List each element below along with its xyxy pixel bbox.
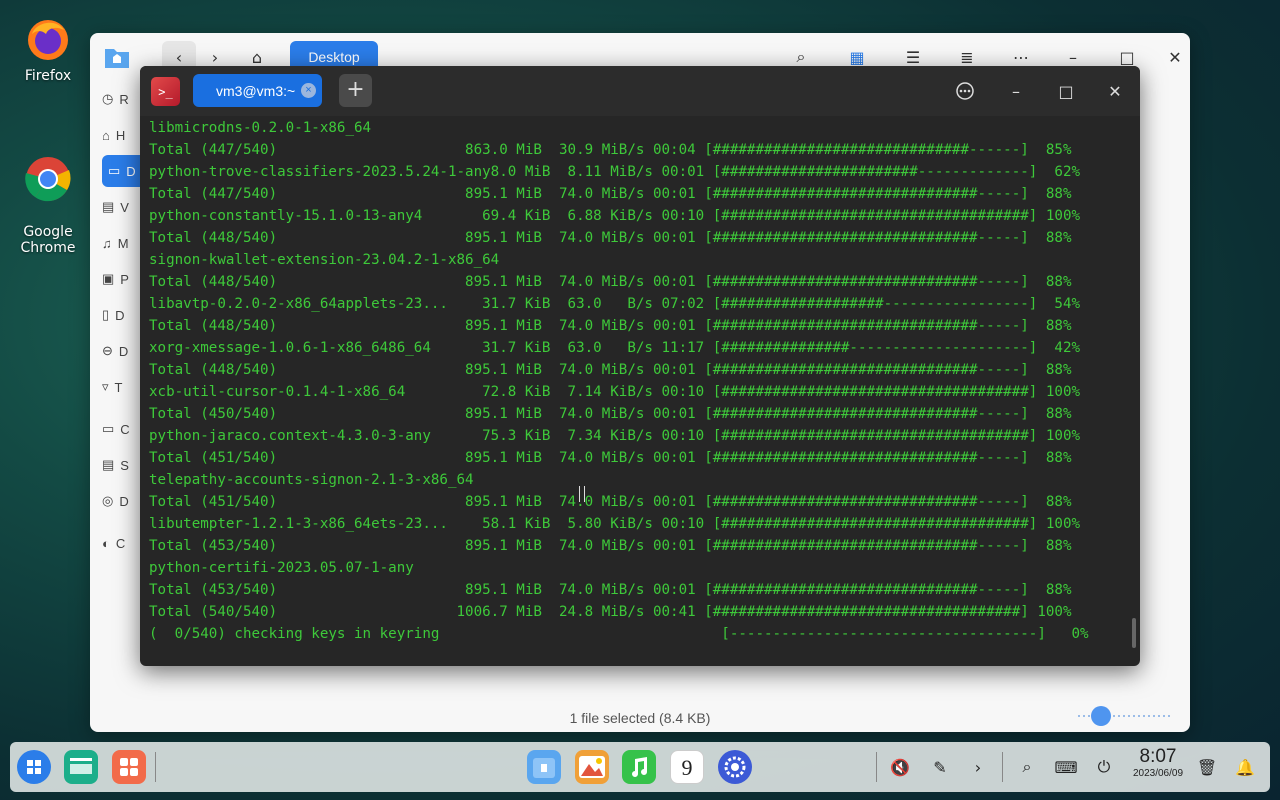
settings-icon[interactable]	[718, 750, 752, 784]
desktop-icon-label: Google Chrome	[20, 224, 76, 256]
terminal-line: Total (448/540) 895.1 MiB 74.0 MiB/s 00:…	[149, 230, 1072, 246]
close-tab-icon[interactable]: ×	[301, 83, 316, 98]
dock-separator	[1002, 752, 1003, 782]
trash-icon[interactable]: 🗑	[1194, 754, 1220, 780]
terminal-line: Total (540/540) 1006.7 MiB 24.8 MiB/s 00…	[149, 604, 1072, 620]
terminal-line: Total (453/540) 895.1 MiB 74.0 MiB/s 00:…	[149, 582, 1072, 598]
folder-icon	[102, 41, 132, 73]
terminal-tab-label: vm3@vm3:~	[216, 82, 296, 99]
terminal-line: Total (453/540) 895.1 MiB 74.0 MiB/s 00:…	[149, 538, 1072, 554]
sidebar-item-pictures[interactable]: ▣ P	[102, 263, 138, 295]
minimize-button[interactable]: –	[1004, 79, 1028, 103]
sidebar-item-network[interactable]: ◐ C	[102, 527, 138, 559]
terminal-line: python-trove-classifiers-2023.5.24-1-any…	[149, 164, 1081, 180]
terminal-line: python-constantly-15.1.0-13-any4 69.4 Ki…	[149, 208, 1081, 224]
clock[interactable]: 8:07 2023/06/09	[1128, 746, 1188, 780]
close-button[interactable]: ✕	[1160, 41, 1190, 73]
terminal-line: ( 0/540) checking keys in keyring [-----…	[149, 626, 1089, 642]
terminal-line: libutempter-1.2.1-3-x86_64ets-23... 58.1…	[149, 516, 1081, 532]
dock-separator	[155, 752, 156, 782]
launcher-icon[interactable]	[17, 750, 51, 784]
status-text: 1 file selected (8.4 KB)	[569, 710, 711, 726]
calendar-icon[interactable]: 9	[670, 750, 704, 784]
terminal-line: xcb-util-cursor-0.1.4-1-x86_64 72.8 KiB …	[149, 384, 1081, 400]
terminal-window: >_ vm3@vm3:~ × + – □ ✕ libmicrodns-0.2.0…	[140, 66, 1140, 666]
terminal-titlebar: >_ vm3@vm3:~ × + – □ ✕	[140, 66, 1140, 116]
maximize-button[interactable]: □	[1054, 79, 1078, 103]
desktop-icon-label: Firefox	[24, 68, 72, 84]
volume-muted-icon[interactable]: 🔇	[887, 754, 913, 780]
chrome-desktop-icon[interactable]: Google Chrome	[8, 140, 88, 256]
firefox-icon	[28, 20, 68, 60]
sidebar-item-music[interactable]: ♫ M	[102, 227, 138, 259]
terminal-line: telepathy-accounts-signon-2.1-3-x86_64	[149, 472, 474, 488]
file-manager-app-icon[interactable]	[527, 750, 561, 784]
image-viewer-icon[interactable]	[575, 750, 609, 784]
sidebar-item-home[interactable]: ⌂ H	[102, 119, 138, 151]
terminal-logo-icon: >_	[151, 77, 180, 106]
terminal-line: Total (451/540) 895.1 MiB 74.0 MiB/s 00:…	[149, 494, 1072, 510]
terminal-line: Total (451/540) 895.1 MiB 74.0 MiB/s 00:…	[149, 450, 1072, 466]
sidebar-item-disk[interactable]: ◎ D	[102, 485, 138, 517]
terminal-line: Total (447/540) 895.1 MiB 74.0 MiB/s 00:…	[149, 186, 1072, 202]
terminal-line: libmicrodns-0.2.0-1-x86_64	[149, 120, 372, 136]
screenshot-pen-icon[interactable]: ✎	[927, 754, 953, 780]
search-icon[interactable]: ⌕	[1014, 754, 1040, 780]
clock-date: 2023/06/09	[1132, 768, 1184, 779]
terminal-output[interactable]: libmicrodns-0.2.0-1-x86_64 Total (447/540…	[149, 117, 1140, 666]
notification-bell-icon[interactable]: 🔔	[1232, 754, 1258, 780]
multitask-view-icon[interactable]	[64, 750, 98, 784]
close-button[interactable]: ✕	[1103, 79, 1127, 103]
sidebar-item-recent[interactable]: ◷ R	[102, 83, 138, 115]
file-manager-sidebar: ◷ R ⌂ H ▭ D ▤ V ♫ M ▣ P ▯ D ⊖ D ▿ T ▭ C …	[90, 83, 162, 702]
terminal-line: Total (448/540) 895.1 MiB 74.0 MiB/s 00:…	[149, 274, 1072, 290]
terminal-line: Total (447/540) 863.0 MiB 30.9 MiB/s 00:…	[149, 142, 1072, 158]
taskbar-dock: 9 🔇 ✎ › ⌕ ⌨ ⏻ 8:07 2023/06/09 🗑 🔔	[10, 742, 1270, 792]
sidebar-item-computer[interactable]: ▭ C	[102, 413, 138, 445]
firefox-desktop-icon[interactable]: Firefox	[8, 18, 88, 84]
chevron-right-icon[interactable]: ›	[965, 754, 991, 780]
terminal-line: Total (448/540) 895.1 MiB 74.0 MiB/s 00:…	[149, 362, 1072, 378]
slider-knob[interactable]	[1091, 706, 1111, 726]
sidebar-item-documents[interactable]: ▯ D	[102, 299, 138, 331]
terminal-line: libavtp-0.2.0-2-x86_64applets-23... 31.7…	[149, 296, 1081, 312]
terminal-line: python-jaraco.context-4.3.0-3-any 75.3 K…	[149, 428, 1081, 444]
more-options-icon[interactable]	[953, 79, 977, 103]
sidebar-item-downloads[interactable]: ⊖ D	[102, 335, 138, 367]
sidebar-item-trash[interactable]: ▿ T	[102, 371, 138, 403]
music-player-icon[interactable]	[622, 750, 656, 784]
terminal-line: Total (448/540) 895.1 MiB 74.0 MiB/s 00:…	[149, 318, 1072, 334]
icon-size-slider[interactable]	[1078, 706, 1170, 726]
terminal-line: python-certifi-2023.05.07-1-any	[149, 560, 414, 576]
sidebar-item-system[interactable]: ▤ S	[102, 449, 138, 481]
chrome-icon	[25, 157, 71, 202]
terminal-line: xorg-xmessage-1.0.6-1-x86_6486_64 31.7 K…	[149, 340, 1081, 356]
power-icon[interactable]: ⏻	[1091, 754, 1117, 780]
terminal-tab[interactable]: vm3@vm3:~ ×	[193, 74, 322, 107]
keyboard-icon[interactable]: ⌨	[1053, 754, 1079, 780]
dock-separator	[876, 752, 877, 782]
scrollbar[interactable]	[1132, 618, 1136, 648]
sidebar-item-videos[interactable]: ▤ V	[102, 191, 138, 223]
new-tab-button[interactable]: +	[339, 74, 372, 107]
terminal-line: Total (450/540) 895.1 MiB 74.0 MiB/s 00:…	[149, 406, 1072, 422]
terminal-line: signon-kwallet-extension-23.04.2-1-x86_6…	[149, 252, 500, 268]
text-cursor-icon	[579, 486, 585, 502]
app-store-icon[interactable]	[112, 750, 146, 784]
calendar-day: 9	[681, 755, 693, 780]
clock-time: 8:07	[1139, 746, 1177, 767]
